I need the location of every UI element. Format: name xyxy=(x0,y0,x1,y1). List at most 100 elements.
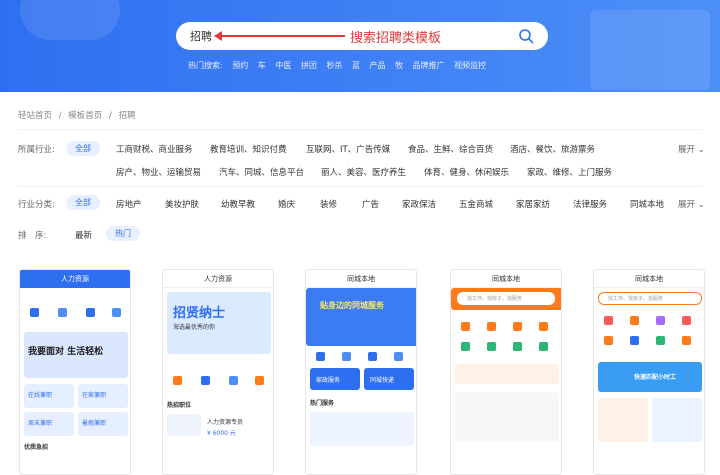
template-card[interactable]: 人力资源 招贤纳士 海选最优秀的你 热招职位 人力资源专员 ¥ 6000 元 xyxy=(162,269,274,475)
template-card[interactable]: 同城本地 找工作、找房子、找服务 快速匹配小时工 xyxy=(593,269,705,475)
divider xyxy=(18,129,702,130)
breadcrumb-separator: / xyxy=(58,111,62,121)
notice-banner xyxy=(455,364,559,384)
category-option[interactable]: 装修 xyxy=(320,198,337,210)
industry-option[interactable]: 丽人、美容、医疗养生 xyxy=(321,166,406,178)
app-icon xyxy=(342,352,351,361)
category-expand-button[interactable]: 展开 ⌄ xyxy=(678,198,705,210)
industry-option[interactable]: 食品、生鲜、综合百货 xyxy=(408,143,493,155)
hero-banner: 招聘 搜索招聘类模板 热门搜索: 预约 车 中医 拼团 秒杀 蓝 产品 牧 品牌… xyxy=(0,0,720,92)
industry-option[interactable]: 体育、健身、休闲娱乐 xyxy=(424,166,509,178)
sort-label: 排 序: xyxy=(18,231,47,241)
industry-expand-button[interactable]: 展开 ⌄ xyxy=(678,143,705,155)
app-icon xyxy=(513,322,522,331)
tile-label: 在家兼职 xyxy=(82,392,107,399)
category-option[interactable]: 房地产 xyxy=(116,198,142,210)
divider xyxy=(18,186,702,187)
job-title: 人力资源专员 xyxy=(207,419,244,426)
tile-label: 在线兼职 xyxy=(28,392,53,399)
banner-text: 快速匹配小时工 xyxy=(634,374,677,381)
breadcrumb-home[interactable]: 轻站首页 xyxy=(18,111,52,121)
app-icon xyxy=(682,316,691,325)
search-input[interactable]: 招聘 搜索招聘类模板 xyxy=(176,22,548,50)
template-card[interactable]: 同城本地 贴身边的同城服务 家政服务 同城快递 热门服务 xyxy=(305,269,417,475)
breadcrumb-current: 招聘 xyxy=(118,111,136,121)
industry-option[interactable]: 工商财税、商业服务 xyxy=(116,143,193,155)
search-placeholder: 找工作、找房子、找服务 xyxy=(608,296,664,302)
tile xyxy=(652,398,702,442)
template-card[interactable]: 人力资源 我要面对 生活轻松 在线兼职 在家兼职 周末兼职 暑假兼职 优质急招 xyxy=(19,269,131,475)
section-title: 热门服务 xyxy=(310,400,335,407)
industry-option[interactable]: 教育培训、知识付费 xyxy=(210,143,287,155)
category-option[interactable]: 法律服务 xyxy=(573,198,607,210)
category-option[interactable]: 美妆护肤 xyxy=(165,198,199,210)
hot-search-item[interactable]: 品牌推广 xyxy=(413,61,445,70)
hot-search-item[interactable]: 视频监控 xyxy=(454,61,486,70)
category-option[interactable]: 五金商城 xyxy=(459,198,493,210)
search-value: 招聘 xyxy=(190,30,212,43)
industry-option[interactable]: 互联网、IT、广告传媒 xyxy=(306,143,390,155)
app-icon xyxy=(229,376,238,385)
hot-search-item[interactable]: 秒杀 xyxy=(326,61,342,70)
banner-subtitle: 海选最优秀的你 xyxy=(173,324,216,331)
app-icon xyxy=(30,308,39,317)
industry-option[interactable]: 房产、物业、运输贸易 xyxy=(116,166,201,178)
industry-option[interactable]: 家政、维修、上门服务 xyxy=(527,166,612,178)
chevron-down-icon: ⌄ xyxy=(697,145,705,155)
app-icon xyxy=(682,336,691,345)
category-option[interactable]: 婚庆 xyxy=(278,198,295,210)
hot-searches: 热门搜索: 预约 车 中医 拼团 秒杀 蓝 产品 牧 品牌推广 视频监控 xyxy=(188,60,493,71)
app-icon xyxy=(656,336,665,345)
hot-search-item[interactable]: 预约 xyxy=(232,61,248,70)
hot-search-item[interactable]: 中医 xyxy=(275,61,291,70)
category-option[interactable]: 同城本地 xyxy=(630,198,664,210)
app-icon xyxy=(539,322,548,331)
app-icon xyxy=(539,342,548,351)
card-title: 同城本地 xyxy=(306,270,416,288)
industry-option[interactable]: 酒店、餐饮、旅游票务 xyxy=(510,143,595,155)
app-icon xyxy=(58,308,67,317)
industry-label: 所属行业: xyxy=(18,145,55,155)
app-icon xyxy=(201,376,210,385)
hot-search-item[interactable]: 产品 xyxy=(370,61,386,70)
hero-decoration xyxy=(20,0,120,40)
hot-search-item[interactable]: 车 xyxy=(258,61,266,70)
app-icon xyxy=(461,342,470,351)
service-row xyxy=(310,412,414,446)
section-title: 优质急招 xyxy=(24,444,49,451)
breadcrumb-templates[interactable]: 模板首页 xyxy=(68,111,102,121)
category-option[interactable]: 家居家纺 xyxy=(516,198,550,210)
app-icon xyxy=(461,322,470,331)
app-icon xyxy=(487,342,496,351)
hot-search-item[interactable]: 拼团 xyxy=(301,61,317,70)
industry-option[interactable]: 汽车、同城、信息平台 xyxy=(219,166,304,178)
category-option[interactable]: 广告 xyxy=(362,198,379,210)
app-icon xyxy=(604,336,613,345)
card-title: 同城本地 xyxy=(594,270,704,288)
tile-label: 暑假兼职 xyxy=(82,420,107,427)
app-icon xyxy=(112,308,121,317)
category-option[interactable]: 家政保洁 xyxy=(402,198,436,210)
industry-all-pill[interactable]: 全部 xyxy=(66,141,100,156)
template-card[interactable]: 同城本地 找工作、找房子、找服务 xyxy=(450,269,562,475)
sort-option-newest[interactable]: 最新 xyxy=(75,229,92,241)
category-all-pill[interactable]: 全部 xyxy=(66,195,100,210)
listing-area xyxy=(455,392,559,442)
search-icon[interactable] xyxy=(518,28,534,44)
search-placeholder: 找工作、找房子、找服务 xyxy=(467,296,523,302)
banner-text: 招贤纳士 xyxy=(173,306,226,321)
tab-label: 家政服务 xyxy=(316,377,341,384)
hero-decoration xyxy=(590,10,710,90)
app-icon xyxy=(316,352,325,361)
hot-search-item[interactable]: 蓝 xyxy=(352,61,360,70)
tile-label: 周末兼职 xyxy=(28,420,53,427)
chevron-down-icon: ⌄ xyxy=(697,200,705,210)
card-banner xyxy=(306,288,416,346)
app-icon xyxy=(630,336,639,345)
sort-option-hot[interactable]: 热门 xyxy=(106,226,140,241)
hot-search-item[interactable]: 牧 xyxy=(395,61,403,70)
job-thumbnail xyxy=(167,414,201,436)
category-option[interactable]: 幼教早教 xyxy=(221,198,255,210)
expand-label: 展开 xyxy=(678,200,696,210)
card-title: 同城本地 xyxy=(451,270,561,288)
